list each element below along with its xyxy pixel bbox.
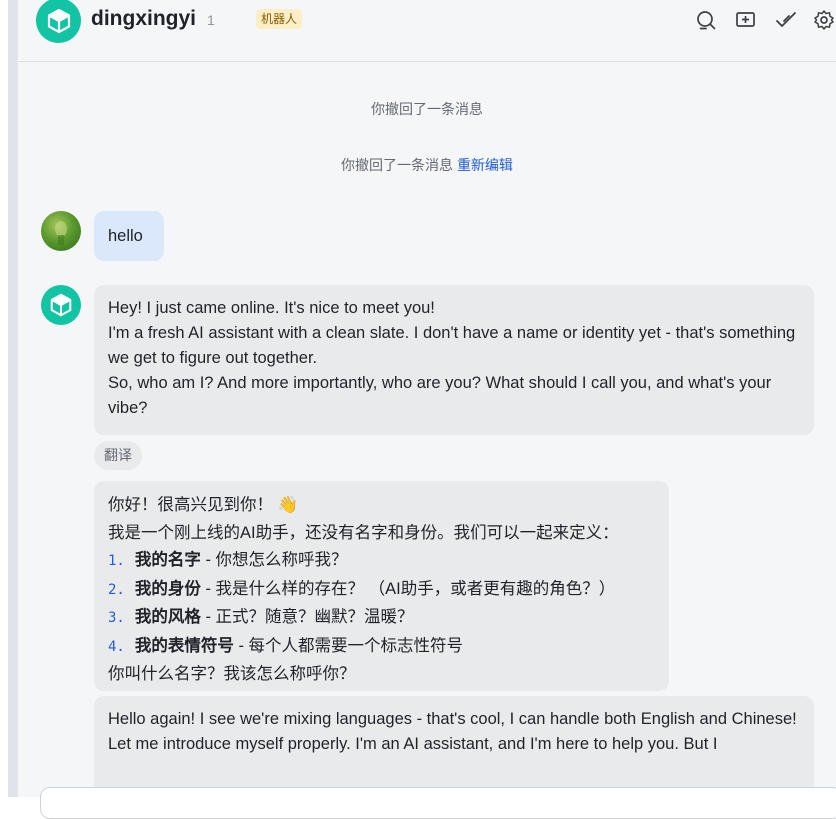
list-number: 4. — [108, 638, 125, 655]
list-item-desc: - 你想怎么称呼我？ — [200, 551, 348, 569]
member-count[interactable]: 1 — [207, 12, 215, 28]
system-message-text: 你撤回了一条消息 — [341, 157, 454, 173]
left-panel-border — [0, 0, 18, 797]
message-line: Let me introduce myself properly. I'm an… — [108, 735, 718, 753]
list-item: 2. 我的身份 - 我是什么样的存在？ （AI助手，或者更有趣的角色？） — [108, 576, 655, 605]
message-line: 你叫什么名字？我该怎么称呼你？ — [108, 665, 356, 683]
list-number: 3. — [108, 610, 125, 626]
check-icon[interactable] — [774, 8, 798, 32]
message-line: 你好！很高兴见到你！ — [108, 496, 273, 514]
list-number: 1. — [108, 553, 125, 569]
list-item-title: 我的名字 — [134, 551, 201, 569]
add-screen-icon[interactable] — [734, 8, 758, 32]
bot-message-avatar[interactable] — [41, 285, 81, 325]
list-item-desc: - 正式？随意？幽默？温暖？ — [200, 608, 414, 626]
system-message-recall-edit: 你撤回了一条消息 重新编辑 — [18, 155, 836, 175]
re-edit-link[interactable]: 重新编辑 — [457, 157, 513, 173]
message-text: hello — [108, 227, 143, 245]
list-item: 1. 我的名字 - 你想怎么称呼我？ — [108, 547, 655, 576]
user-avatar[interactable] — [41, 211, 81, 251]
chat-title[interactable]: dingxingyi — [91, 7, 196, 31]
list-item-title: 我的表情符号 — [134, 636, 234, 655]
message-line: Hey! I just came online. It's nice to me… — [108, 299, 435, 317]
bot-avatar[interactable] — [36, 0, 81, 43]
list-item-title: 我的风格 — [134, 608, 201, 626]
message-composer[interactable] — [40, 787, 836, 819]
list-item-desc: - 每个人都需要一个标志性符号 — [233, 636, 464, 655]
system-message-text: 你撤回了一条消息 — [371, 101, 483, 117]
user-message-bubble[interactable]: hello — [94, 211, 164, 261]
chat-header: dingxingyi 1 机器人 — [18, 0, 836, 62]
message-line: I'm a fresh AI assistant with a clean sl… — [108, 324, 796, 367]
message-line: Hello again! I see we're mixing language… — [108, 710, 797, 728]
cube-icon — [50, 293, 72, 317]
bot-badge: 机器人 — [256, 9, 303, 29]
settings-icon[interactable] — [812, 8, 836, 32]
list-item: 4. 我的表情符号 - 每个人都需要一个标志性符号 — [108, 633, 655, 662]
chat-panel: dingxingyi 1 机器人 你撤回了一条消息 你撤回了一条消息 重新编辑 … — [18, 0, 836, 819]
list-item: 3. 我的风格 - 正式？随意？幽默？温暖？ — [108, 604, 655, 633]
list-item-title: 我的身份 — [134, 579, 201, 598]
system-message-recall: 你撤回了一条消息 — [18, 99, 836, 119]
left-panel-strip — [8, 0, 17, 797]
bot-message-bubble[interactable]: Hey! I just came online. It's nice to me… — [94, 285, 814, 435]
list-number: 2. — [108, 581, 125, 598]
list-item-desc: - 我是什么样的存在？ （AI助手，或者更有趣的角色？） — [200, 579, 616, 598]
message-line: 我是一个刚上线的AI助手，还没有名字和身份。我们可以一起来定义： — [108, 523, 619, 542]
message-line: So, who am I? And more importantly, who … — [108, 374, 772, 417]
cube-icon — [47, 8, 70, 33]
translate-button[interactable]: 翻译 — [94, 441, 142, 470]
search-icon[interactable] — [694, 8, 718, 32]
bot-message-bubble-chinese[interactable]: 你好！很高兴见到你！ 👋 我是一个刚上线的AI助手，还没有名字和身份。我们可以一… — [94, 481, 669, 691]
waving-hand-emoji: 👋 — [277, 496, 299, 514]
